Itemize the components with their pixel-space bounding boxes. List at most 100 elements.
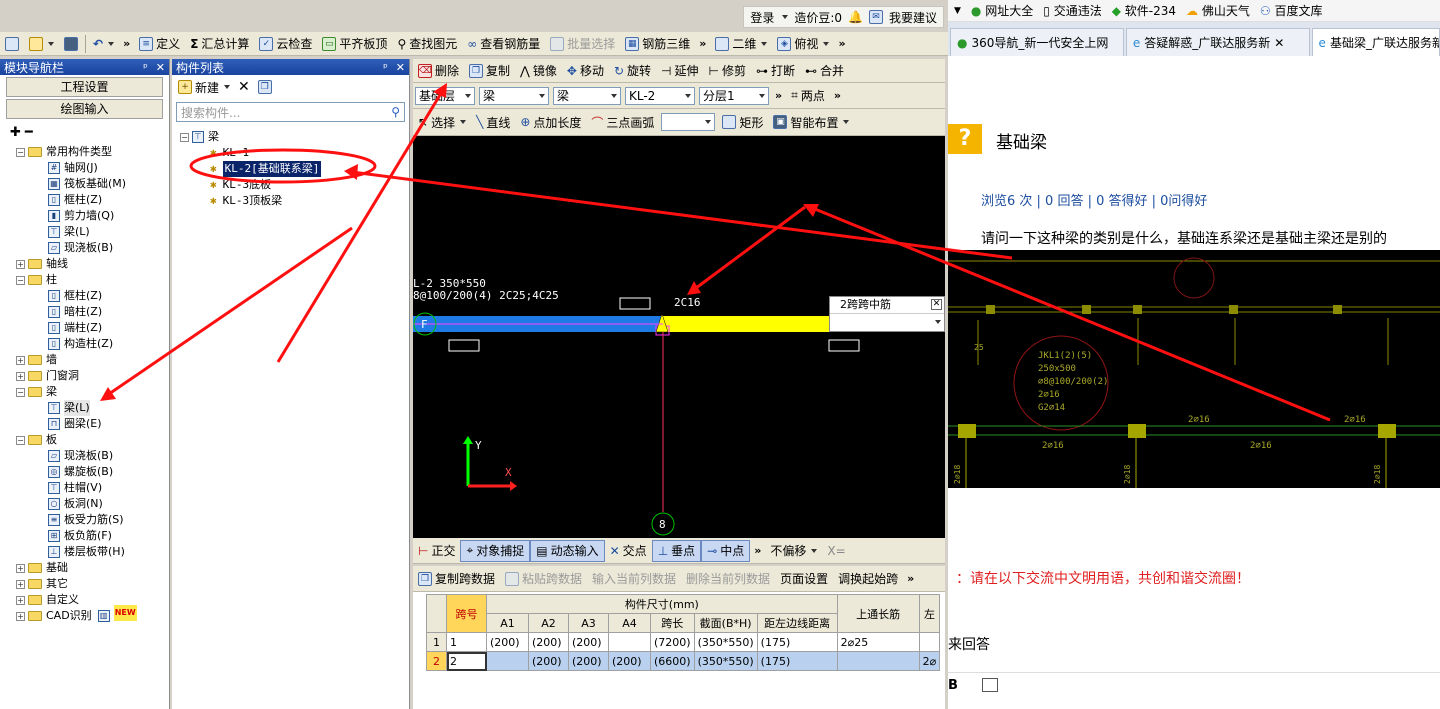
toolbar-more-chevron-2[interactable]: »	[695, 37, 710, 50]
point-length-button[interactable]: ⊕ 点加长度	[515, 111, 586, 133]
tree-node-other[interactable]: + 其它	[16, 576, 169, 592]
move-button[interactable]: ✥ 移动	[562, 60, 609, 82]
floor-select[interactable]: 基础层	[415, 86, 475, 105]
bell-icon[interactable]: 🔔	[848, 10, 863, 24]
view-angle-dropdown[interactable]: ◈ 俯视	[772, 33, 834, 55]
bookmark-item[interactable]: ● 网址大全	[971, 2, 1033, 19]
line-tool-button[interactable]: ╲ 直线	[471, 111, 515, 133]
swap-start-span-button[interactable]: 调换起始跨	[833, 568, 903, 590]
cell-top-rebar[interactable]: 2⌀25	[836, 632, 920, 652]
component-search-input[interactable]: 搜索构件... ⚲	[176, 102, 405, 122]
close-icon[interactable]: ✕	[396, 61, 405, 74]
x-coordinate-field[interactable]: X=	[822, 540, 850, 562]
toolbar-more-chevron-3[interactable]: »	[834, 37, 849, 50]
paste-span-data-button[interactable]: 粘贴跨数据	[500, 568, 587, 590]
define-button[interactable]: ≡ 定义	[134, 33, 185, 55]
comp-group-beam[interactable]: − ⊤ 梁	[180, 129, 401, 145]
project-settings-button[interactable]: 工程设置	[6, 77, 163, 97]
browser-tab-beam[interactable]: e 基础梁_广联达服务新	[1311, 28, 1440, 56]
tree-item-cast-slab[interactable]: ▱ 现浇板(B)	[16, 240, 169, 256]
comp-item-kl1[interactable]: ✱ KL-1	[180, 145, 401, 161]
batch-select-button[interactable]: 批量选择	[545, 33, 620, 55]
intersection-snap[interactable]: ✕ 交点	[605, 540, 652, 562]
cell-next[interactable]: 2⌀	[918, 651, 941, 671]
cell-a1[interactable]	[486, 651, 529, 671]
snap-more-chevron[interactable]: »	[750, 544, 765, 557]
delete-button[interactable]: ⌫ 删除	[413, 60, 464, 82]
type1-select[interactable]: 梁	[479, 86, 549, 105]
extend-button[interactable]: ⊣ 延伸	[656, 60, 703, 82]
offset-select[interactable]: 不偏移	[765, 540, 822, 562]
browser-tab-360[interactable]: ● 360导航_新一代安全上网	[950, 28, 1124, 56]
copy-span-data-button[interactable]: ❐ 复制跨数据	[413, 568, 500, 590]
tree-item-beam-common[interactable]: ⊤ 梁(L)	[16, 224, 169, 240]
open-file-button[interactable]	[24, 33, 59, 55]
merge-button[interactable]: ⊷ 合并	[800, 60, 849, 82]
bookmarks-menu-arrow[interactable]: ▼	[954, 6, 961, 16]
comp-item-kl3-bottom[interactable]: ✱ KL-3底板	[180, 177, 401, 193]
tree-node-wall[interactable]: + 墙	[16, 352, 169, 368]
tree-item-hidden-column[interactable]: ▯ 暗柱(Z)	[16, 304, 169, 320]
tree-item-beam[interactable]: ⊤ 梁(L)	[16, 400, 169, 416]
summary-calc-button[interactable]: Σ 汇总计算	[185, 33, 254, 55]
delete-icon[interactable]: ✕	[238, 79, 250, 95]
tree-node-slab[interactable]: − 板	[16, 432, 169, 448]
props-more-chevron[interactable]: »	[771, 89, 786, 102]
cell-next[interactable]	[918, 632, 941, 652]
span-rebar-popup[interactable]: 2跨跨中筋 ✕	[829, 296, 945, 332]
search-icon[interactable]: ⚲	[391, 105, 400, 119]
cell-span[interactable]: 1	[446, 632, 487, 652]
image-icon[interactable]	[982, 678, 998, 692]
select-tool-button[interactable]: ↖ 选择	[413, 111, 471, 133]
cell-a3[interactable]: (200)	[568, 651, 609, 671]
mirror-button[interactable]: ⋀ 镜像	[515, 60, 562, 82]
tree-item-slab-neg-rebar[interactable]: ⊞ 板负筋(F)	[16, 528, 169, 544]
browser-tab-qa[interactable]: e 答疑解惑_广联达服务新 ✕	[1125, 28, 1310, 56]
delete-column-button[interactable]: 删除当前列数据	[681, 568, 775, 590]
view-rebar-qty-button[interactable]: ∞ 查看钢筋量	[462, 33, 545, 55]
pin-icon[interactable]: ᵖ	[383, 61, 388, 74]
align-slab-top-button[interactable]: ▭ 平齐板顶	[317, 33, 392, 55]
tree-item-frame-column-2[interactable]: ▯ 框柱(Z)	[16, 288, 169, 304]
undo-button[interactable]: ↶	[88, 33, 119, 55]
trim-button[interactable]: ⊢ 修剪	[704, 60, 751, 82]
tree-node-custom[interactable]: + 自定义	[16, 592, 169, 608]
tree-item-raft[interactable]: ▦ 筏板基础(M)	[16, 176, 169, 192]
tree-item-slab-band[interactable]: ⊥ 楼层板带(H)	[16, 544, 169, 560]
tree-item-cast-slab-2[interactable]: ▱ 现浇板(B)	[16, 448, 169, 464]
dynamic-input-toggle[interactable]: ▤ 动态输入	[530, 539, 605, 562]
comp-item-kl3-top[interactable]: ✱ KL-3顶板梁	[180, 193, 401, 209]
cell-a2[interactable]: (200)	[528, 632, 569, 652]
question-cad-image[interactable]: JKL1(2)(5) 250x500 ⌀8@100/200(2) 2⌀16 G2…	[948, 250, 1440, 488]
cell-section[interactable]: (350*550)	[693, 632, 758, 652]
type2-select[interactable]: 梁	[553, 86, 621, 105]
cell-left-dist[interactable]: (175)	[756, 632, 838, 652]
rectangle-tool-button[interactable]: 矩形	[717, 111, 768, 133]
cad-viewport[interactable]: L-2 350*550 8@100/200(4) 2C25;4C25 2C16 …	[413, 136, 945, 538]
tree-node-foundation[interactable]: + 基础	[16, 560, 169, 576]
cell-a1[interactable]: (200)	[486, 632, 529, 652]
span-more-chevron[interactable]: »	[903, 572, 918, 585]
cad-canvas[interactable]: L-2 350*550 8@100/200(4) 2C25;4C25 2C16 …	[413, 136, 945, 538]
suggest-link[interactable]: 我要建议	[889, 9, 937, 26]
rotate-button[interactable]: ↻ 旋转	[609, 60, 656, 82]
span-table[interactable]: 跨号 构件尺寸(mm) 上通长筋 左 A1 A2 A3 A4 跨长 截面(B*H…	[426, 594, 941, 671]
bold-icon[interactable]: B	[948, 678, 958, 693]
view-mode-dropdown[interactable]: 二维	[710, 33, 772, 55]
rebar-3d-button[interactable]: ▦ 钢筋三维	[620, 33, 695, 55]
smart-layout-button[interactable]: ▣ 智能布置	[768, 111, 854, 133]
cell-a2[interactable]: (200)	[528, 651, 569, 671]
toolbar-more-chevron[interactable]: »	[119, 37, 134, 50]
cell-a4[interactable]	[608, 632, 651, 652]
login-link[interactable]: 登录	[750, 9, 774, 26]
close-icon[interactable]: ✕	[156, 61, 165, 74]
cell-a4[interactable]: (200)	[608, 651, 651, 671]
new-component-button[interactable]: + 新建	[178, 79, 231, 96]
popup-close-icon[interactable]: ✕	[931, 299, 942, 310]
table-row[interactable]: 1 1 (200) (200) (200) (7200) (350*550) (…	[426, 632, 941, 652]
bookmark-item[interactable]: ▯ 交通违法	[1043, 2, 1101, 19]
collapse-all-icon[interactable]: ━	[25, 125, 33, 140]
close-tab-icon[interactable]: ✕	[1274, 36, 1284, 50]
tree-node-common[interactable]: − 常用构件类型	[16, 144, 169, 160]
tree-node-beam[interactable]: − 梁	[16, 384, 169, 400]
